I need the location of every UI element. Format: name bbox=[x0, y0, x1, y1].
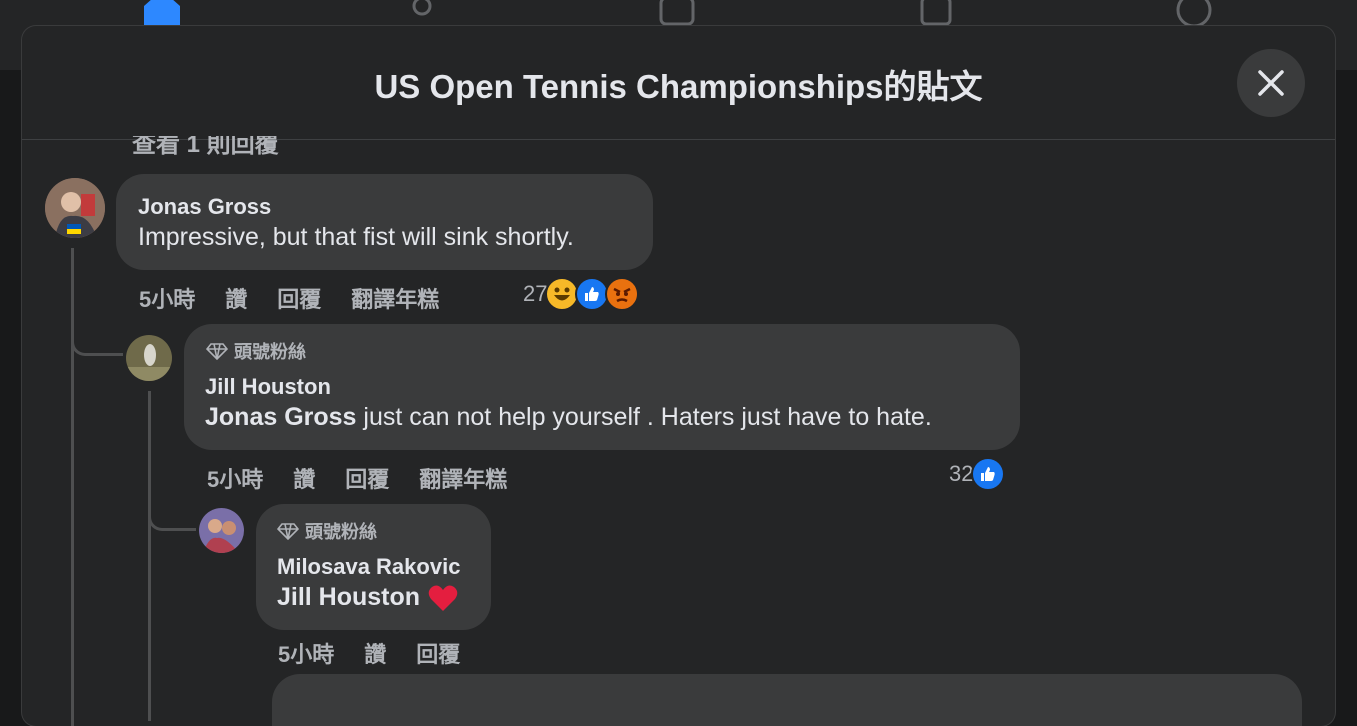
translate-button[interactable]: 翻譯年糕 bbox=[419, 462, 507, 494]
avatar-photo bbox=[45, 178, 105, 238]
comment-body: just can not help yourself . Haters just… bbox=[356, 403, 932, 431]
comment-text: Jonas Gross just can not help yourself .… bbox=[205, 403, 932, 432]
reaction-summary[interactable]: 27 bbox=[523, 277, 640, 311]
comment-time[interactable]: 5小時 bbox=[278, 637, 334, 669]
close-icon bbox=[1258, 70, 1284, 96]
post-modal: US Open Tennis Championships的貼文 查看 1 則回覆… bbox=[22, 26, 1335, 726]
avatar[interactable] bbox=[126, 335, 172, 381]
thread-line bbox=[148, 391, 151, 721]
like-button[interactable]: 讚 bbox=[225, 282, 247, 314]
reply-button[interactable]: 回覆 bbox=[277, 282, 321, 314]
comment-time[interactable]: 5小時 bbox=[207, 462, 263, 494]
avatar[interactable] bbox=[45, 178, 105, 238]
top-fan-badge: 頭號粉絲 bbox=[277, 518, 377, 544]
angry-icon bbox=[605, 277, 640, 311]
thread-connector bbox=[148, 496, 196, 531]
comment-bubble bbox=[116, 174, 653, 270]
haha-icon bbox=[545, 277, 580, 311]
reaction-summary[interactable]: 32 bbox=[949, 457, 1006, 491]
badge-label: 頭號粉絲 bbox=[234, 342, 306, 362]
modal-title: US Open Tennis Championships的貼文 bbox=[374, 68, 983, 105]
reaction-count: 27 bbox=[523, 281, 548, 306]
translate-button[interactable]: 翻譯年糕 bbox=[351, 282, 439, 314]
avatar[interactable] bbox=[199, 508, 244, 553]
modal-header: US Open Tennis Championships的貼文 bbox=[22, 26, 1335, 140]
badge-label: 頭號粉絲 bbox=[305, 522, 377, 542]
mention-link[interactable]: Jill Houston bbox=[277, 583, 420, 612]
reaction-count: 32 bbox=[949, 461, 974, 486]
avatar-photo bbox=[199, 508, 244, 553]
heart-icon bbox=[428, 585, 458, 611]
comment-author[interactable]: Jill Houston bbox=[205, 374, 331, 400]
comment-time[interactable]: 5小時 bbox=[139, 282, 195, 314]
reply-button[interactable]: 回覆 bbox=[345, 462, 389, 494]
like-button[interactable]: 讚 bbox=[364, 637, 386, 669]
comment-bubble bbox=[272, 674, 1302, 726]
thread-connector bbox=[71, 316, 123, 356]
top-fan-badge: 頭號粉絲 bbox=[206, 338, 306, 364]
comment-author[interactable]: Jonas Gross bbox=[138, 194, 271, 220]
comment-text: Impressive, but that fist will sink shor… bbox=[138, 223, 574, 251]
like-icon bbox=[575, 277, 610, 311]
like-button[interactable]: 讚 bbox=[293, 462, 315, 494]
mention-link[interactable]: Jonas Gross bbox=[205, 403, 356, 431]
like-icon bbox=[971, 457, 1006, 491]
diamond-icon bbox=[206, 343, 228, 360]
comment-actions: 5小時 讚 回覆 bbox=[278, 637, 460, 669]
comment-actions: 5小時 讚 回覆 翻譯年糕 bbox=[207, 462, 507, 494]
comment-actions: 5小時 讚 回覆 翻譯年糕 bbox=[139, 282, 439, 314]
reply-button[interactable]: 回覆 bbox=[416, 637, 460, 669]
comment-author[interactable]: Milosava Rakovic bbox=[277, 554, 460, 580]
diamond-icon bbox=[277, 523, 299, 540]
comment-text: Jill Houston ❤️ bbox=[277, 583, 458, 612]
close-button[interactable] bbox=[1237, 49, 1305, 117]
avatar-photo bbox=[126, 335, 172, 381]
